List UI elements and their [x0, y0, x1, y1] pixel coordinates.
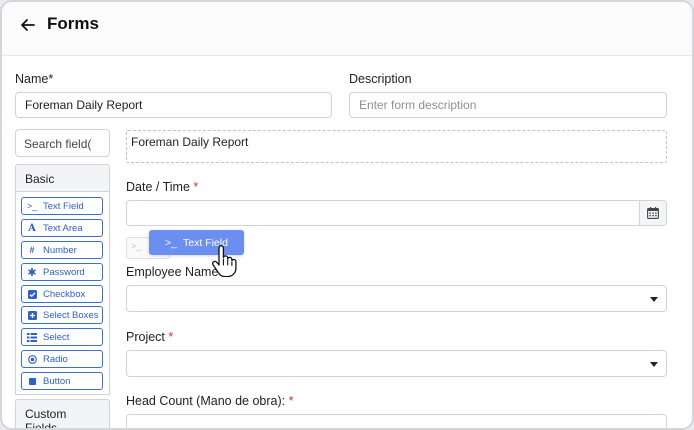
button-square-icon: [26, 377, 38, 385]
asterisk-icon: ✱: [27, 266, 37, 279]
description-label: Description: [349, 72, 412, 86]
list-icon: [26, 332, 38, 342]
head-count-label-text: Head Count (Mano de obra):: [126, 394, 286, 408]
project-label-text: Project: [126, 330, 165, 344]
component-select[interactable]: Select: [21, 328, 103, 346]
component-select-boxes[interactable]: Select Boxes: [21, 306, 103, 324]
group-basic-header[interactable]: Basic: [15, 164, 110, 192]
hand-pointer-cursor-icon: [212, 245, 237, 277]
font-icon: A: [28, 222, 36, 234]
component-checkbox[interactable]: Checkbox: [21, 285, 103, 303]
component-number[interactable]: # Number: [21, 241, 103, 259]
employee-name-label: Employee Name: [126, 265, 219, 279]
drop-placeholder-text: >_: [131, 241, 142, 251]
employee-name-select[interactable]: [126, 285, 667, 312]
name-input[interactable]: [15, 92, 332, 118]
component-label: Select: [43, 331, 70, 343]
component-text-field[interactable]: >_ Text Field: [21, 197, 103, 215]
required-mark: *: [193, 180, 199, 194]
project-select[interactable]: [126, 350, 667, 377]
component-label: Text Field: [43, 200, 84, 212]
terminal-icon: >_: [26, 201, 38, 211]
head-count-input[interactable]: [126, 414, 667, 428]
calendar-icon: [647, 207, 659, 219]
plus-square-icon: [26, 310, 38, 320]
radio-icon: [26, 354, 38, 364]
component-label: Text Area: [43, 222, 83, 234]
component-label: Password: [43, 266, 85, 278]
group-custom-fields-header[interactable]: Custom Fields: [15, 399, 110, 428]
component-label: Radio: [43, 353, 68, 365]
required-mark: *: [168, 330, 174, 344]
component-label: Checkbox: [43, 288, 86, 300]
page-title: Forms: [47, 14, 99, 33]
form-title-component[interactable]: Foreman Daily Report: [126, 130, 667, 163]
name-required-mark: *: [48, 72, 54, 86]
page-header: Forms: [2, 2, 692, 56]
component-label: Button: [43, 375, 71, 387]
component-text-area[interactable]: A Text Area: [21, 219, 103, 237]
checkbox-icon: [26, 289, 38, 299]
caret-down-icon: [650, 362, 658, 367]
description-input[interactable]: [349, 92, 667, 118]
name-label-text: Name: [15, 72, 49, 86]
date-time-label: Date / Time *: [126, 180, 198, 194]
caret-down-icon: [650, 297, 658, 302]
hashtag-icon: #: [29, 245, 35, 255]
date-time-label-text: Date / Time: [126, 180, 190, 194]
arrow-left-icon[interactable]: [18, 15, 38, 35]
component-password[interactable]: ✱ Password: [21, 263, 103, 281]
component-label: Select Boxes: [43, 309, 99, 321]
component-button[interactable]: Button: [21, 372, 103, 390]
date-time-input[interactable]: [126, 200, 640, 226]
forms-window: Forms Name* Description Search field( Ba…: [0, 0, 694, 430]
project-label: Project *: [126, 330, 173, 344]
terminal-icon: >_: [165, 236, 178, 249]
component-radio[interactable]: Radio: [21, 350, 103, 368]
head-count-label: Head Count (Mano de obra): *: [126, 394, 293, 408]
required-mark: *: [288, 394, 294, 408]
name-label: Name*: [15, 72, 53, 86]
component-label: Number: [43, 244, 77, 256]
calendar-button[interactable]: [639, 200, 667, 226]
search-field-input[interactable]: Search field(: [15, 129, 110, 157]
